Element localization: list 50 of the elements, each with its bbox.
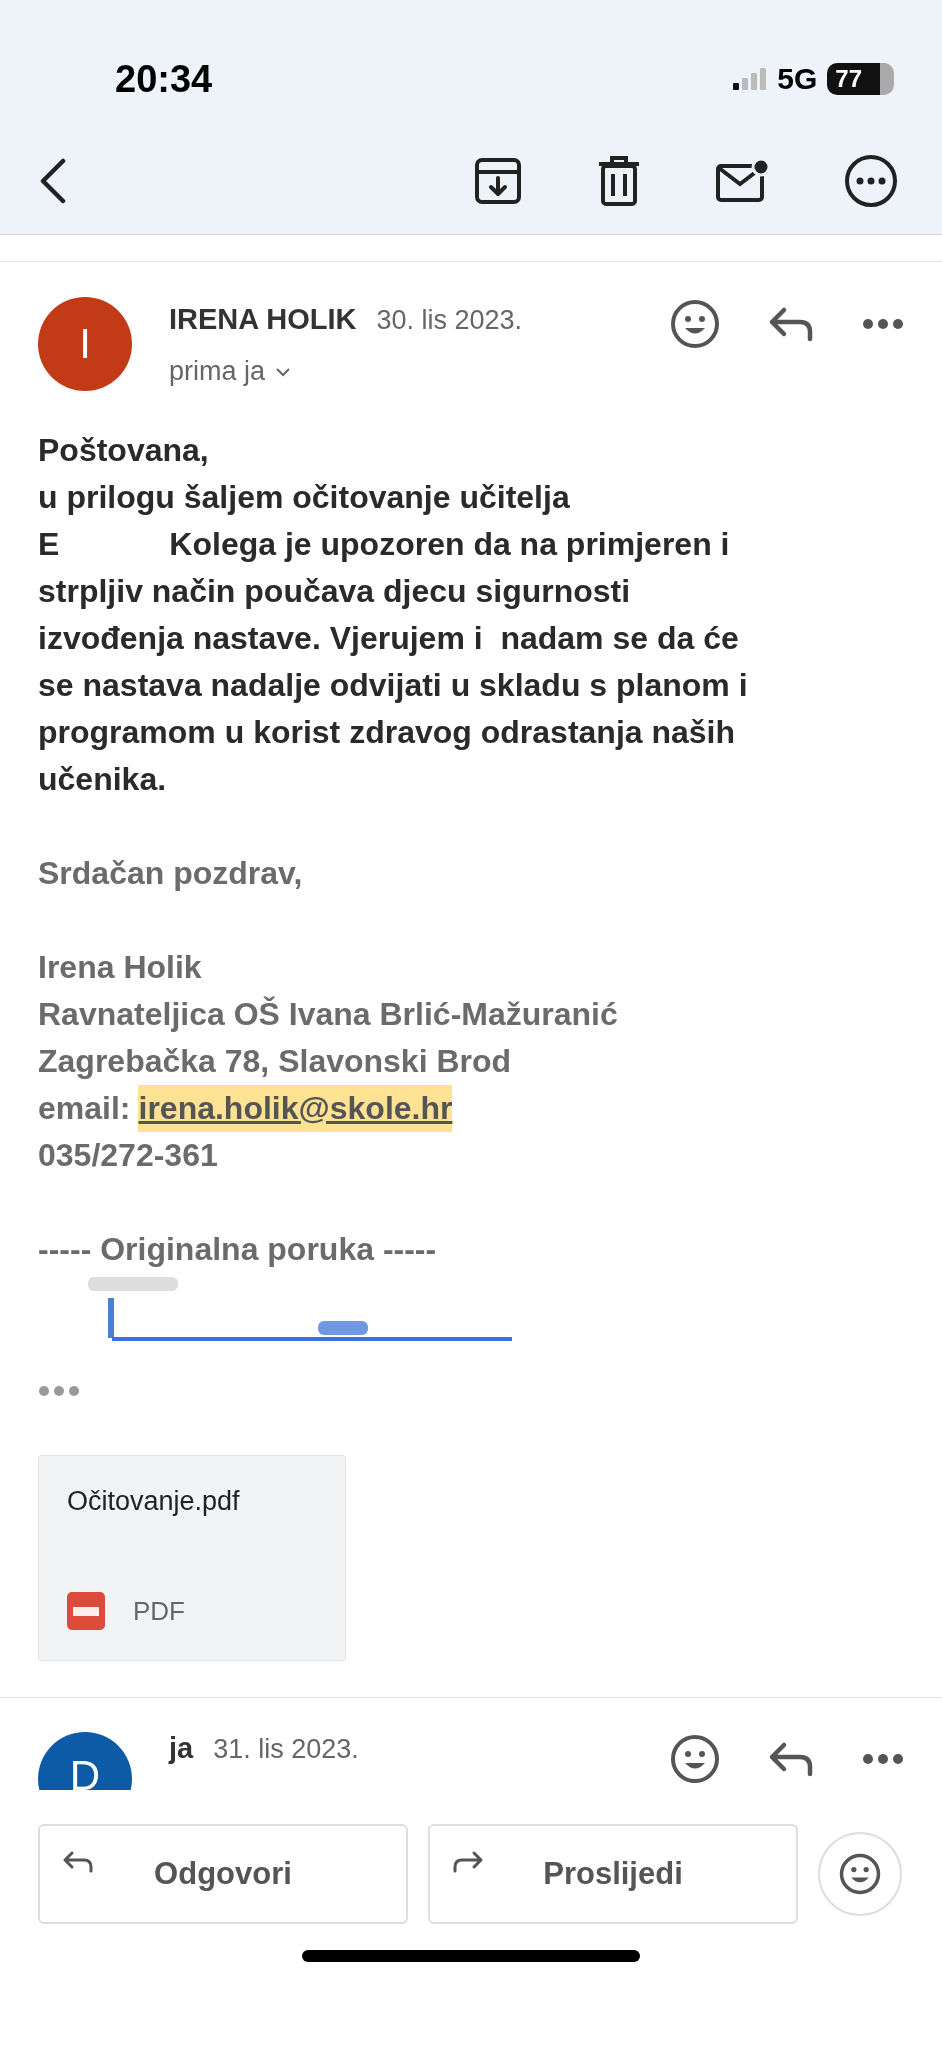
sender-name: IRENA HOLIK [169, 303, 357, 336]
message-date: 31. lis 2023. [213, 1734, 359, 1765]
body-text: strpljiv način poučava djecu sigurnosti [38, 572, 631, 611]
attachment-name: Očitovanje.pdf [67, 1486, 241, 1517]
emoji-icon[interactable] [670, 299, 720, 349]
signature-line: Zagrebačka 78, Slavonski Brod [38, 1042, 513, 1081]
body-text: u prilogu šaljem očitovanje učitelja [38, 478, 570, 517]
trash-icon[interactable] [596, 155, 642, 207]
mail-unread-icon[interactable] [715, 158, 771, 204]
reply-icon [62, 1850, 94, 1874]
forward-icon [452, 1850, 484, 1874]
body-text: učenika. [38, 760, 167, 799]
attachment-type: PDF [133, 1595, 185, 1627]
archive-icon[interactable] [473, 156, 523, 206]
email-link[interactable]: irena.holik@skole.hr [138, 1085, 453, 1132]
body-text: Poštovana, [38, 431, 209, 470]
reply-icon[interactable] [768, 306, 814, 342]
body-text: izvođenja nastave. Vjerujem i nadam se da će [38, 619, 739, 658]
signature-line: Irena Holik [38, 948, 203, 987]
reply-button[interactable]: Odgovori [38, 1824, 408, 1924]
body-text: programom u korist zdravog odrastanja naših [38, 713, 736, 752]
sender-name: ja [169, 1732, 194, 1765]
pdf-file-icon [67, 1592, 105, 1630]
forward-button[interactable]: Proslijedi [428, 1824, 798, 1924]
emoji-icon[interactable] [670, 1734, 720, 1784]
body-text: Kolega je upozoren da na primjeren i [169, 525, 730, 564]
email-label: email: [38, 1089, 131, 1128]
sender-avatar: I [38, 297, 132, 391]
battery-indicator: 77 [827, 63, 894, 95]
message-date: 30. lis 2023. [376, 305, 523, 336]
signature-line: Ravnateljica OŠ Ivana Brlić-Mažuranić [38, 995, 619, 1034]
show-quoted-icon[interactable] [38, 1385, 80, 1397]
quoted-header: ----- Originalna poruka ----- [38, 1230, 438, 1269]
body-text: E [38, 525, 60, 564]
emoji-icon [838, 1852, 882, 1896]
attachment-card[interactable]: Očitovanje.pdf PDF [38, 1455, 346, 1661]
chevron-down-icon [275, 366, 292, 377]
body-text: se nastava nadalje odvijati u skladu s planom i [38, 666, 748, 705]
reply-icon[interactable] [768, 1741, 814, 1777]
status-time: 20:34 [115, 57, 213, 101]
signal-icon [733, 68, 768, 90]
recipient-toggle[interactable]: prima ja [169, 356, 670, 387]
more-icon[interactable] [862, 318, 904, 330]
more-icon[interactable] [862, 1753, 904, 1765]
network-label: 5G [777, 62, 818, 96]
back-icon[interactable] [38, 158, 68, 204]
more-icon[interactable] [844, 154, 898, 208]
sender-avatar: D [38, 1732, 132, 1790]
greeting-text: Srdačan pozdrav, [38, 854, 304, 893]
phone-number: 035/272-361 [38, 1136, 219, 1175]
